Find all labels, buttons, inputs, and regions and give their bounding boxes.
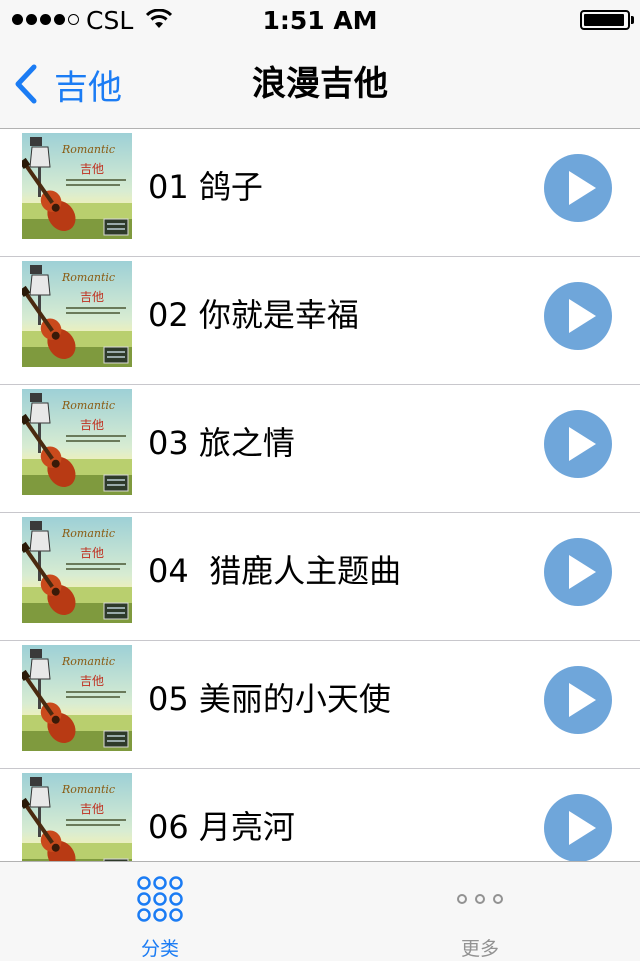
album-cover-image: Romantic 吉他 (22, 133, 132, 239)
svg-text:吉他: 吉他 (80, 162, 104, 176)
tab-label: 更多 (460, 938, 499, 960)
status-time: 1:51 AM (262, 6, 378, 35)
svg-text:吉他: 吉他 (80, 674, 104, 688)
page-title: 浪漫吉他 (252, 64, 388, 104)
svg-text:Romantic: Romantic (61, 143, 115, 156)
svg-text:Romantic: Romantic (61, 271, 115, 284)
song-row[interactable]: Romantic 吉他 05 美丽的小天使 (0, 641, 640, 769)
play-button[interactable] (544, 282, 612, 350)
play-icon (569, 171, 596, 205)
grid-dots-icon (137, 876, 183, 922)
navigation-bar: 吉他 浪漫吉他 (0, 40, 640, 129)
song-title: 01 鸽子 (148, 168, 263, 206)
song-row[interactable]: Romantic 吉他 04 猎鹿人主题曲 (0, 513, 640, 641)
song-row[interactable]: Romantic 吉他 06 月亮河 (0, 769, 640, 861)
play-icon (569, 299, 596, 333)
play-icon (569, 427, 596, 461)
song-title: 02 你就是幸福 (148, 296, 359, 334)
battery-icon (580, 10, 630, 30)
song-title: 06 月亮河 (148, 808, 295, 846)
svg-text:吉他: 吉他 (80, 546, 104, 560)
tab-bar: 分类 更多 (0, 861, 640, 961)
play-button[interactable] (544, 794, 612, 861)
play-button[interactable] (544, 538, 612, 606)
play-button[interactable] (544, 666, 612, 734)
album-cover-image: Romantic 吉他 (22, 261, 132, 367)
svg-text:吉他: 吉他 (80, 802, 104, 816)
battery-level (584, 14, 624, 26)
album-cover-image: Romantic 吉他 (22, 517, 132, 623)
song-row[interactable]: Romantic 吉他 01 鸽子 (0, 129, 640, 257)
play-icon (569, 555, 596, 589)
svg-text:Romantic: Romantic (61, 655, 115, 668)
album-cover-image: Romantic 吉他 (22, 645, 132, 751)
song-row[interactable]: Romantic 吉他 02 你就是幸福 (0, 257, 640, 385)
more-dots-icon (457, 894, 503, 904)
album-cover-image: Romantic 吉他 (22, 389, 132, 495)
song-row[interactable]: Romantic 吉他 03 旅之情 (0, 385, 640, 513)
tab-more[interactable]: 更多 (320, 862, 640, 961)
song-list[interactable]: Romantic 吉他 01 鸽子 Romantic 吉他 02 你就是幸福 R… (0, 129, 640, 861)
svg-text:Romantic: Romantic (61, 399, 115, 412)
tab-categories[interactable]: 分类 (0, 862, 320, 961)
svg-text:吉他: 吉他 (80, 418, 104, 432)
svg-text:吉他: 吉他 (80, 290, 104, 304)
tab-label: 分类 (140, 938, 179, 960)
play-button[interactable] (544, 154, 612, 222)
battery-tip (631, 16, 634, 24)
status-bar: CSL 1:51 AM (0, 0, 640, 40)
svg-text:Romantic: Romantic (61, 783, 115, 796)
album-cover-image: Romantic 吉他 (22, 773, 132, 861)
song-title: 03 旅之情 (148, 424, 295, 462)
play-icon (569, 683, 596, 717)
play-button[interactable] (544, 410, 612, 478)
song-title: 05 美丽的小天使 (148, 680, 391, 718)
svg-text:Romantic: Romantic (61, 527, 115, 540)
play-icon (569, 811, 596, 845)
song-title: 04 猎鹿人主题曲 (148, 552, 402, 590)
